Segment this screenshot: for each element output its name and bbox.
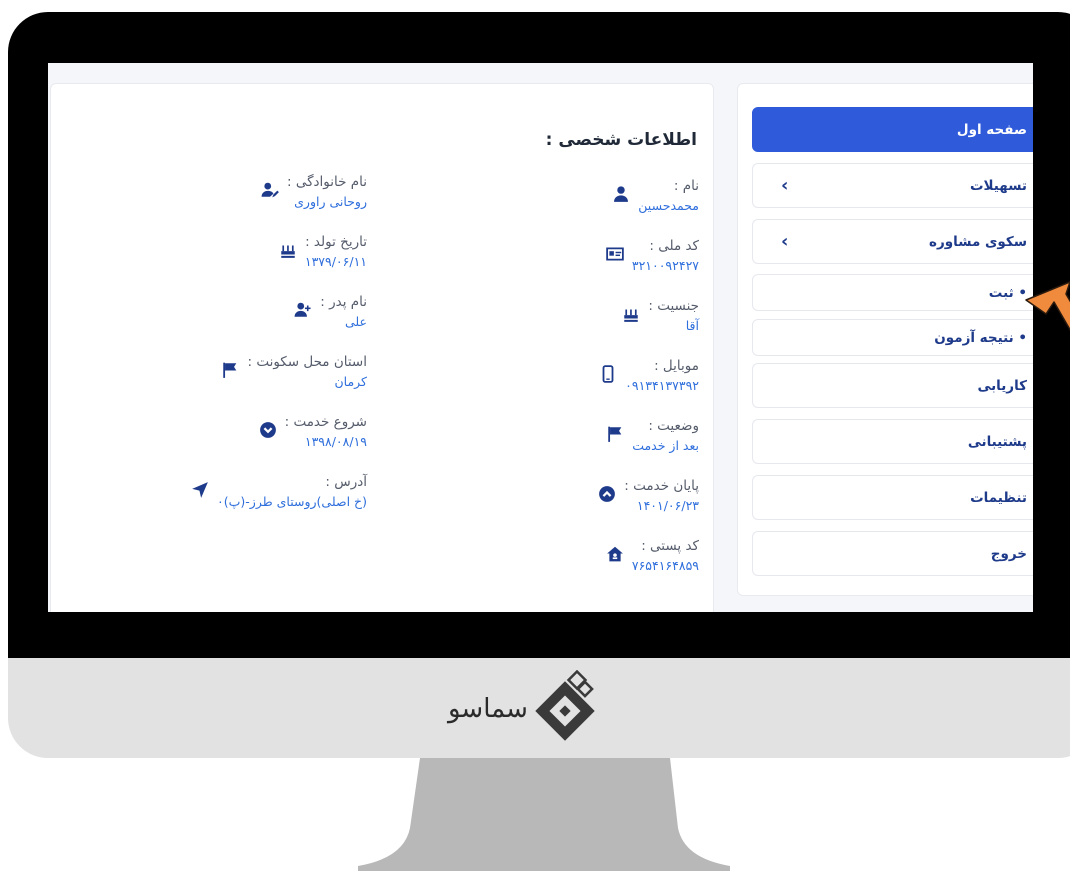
field-value: (خ اصلی)روستای طرز-(پ)۰ xyxy=(217,494,367,509)
field-label: جنسیت : xyxy=(648,298,699,314)
field-label: کد ملی : xyxy=(649,238,699,254)
field-label: کد پستی : xyxy=(641,538,699,554)
sidebar-item-label: کاریابی xyxy=(977,377,1027,394)
field-value: ۳۲۱۰۰۹۲۴۲۷ xyxy=(631,258,699,273)
sidebar-item-facilities[interactable]: ‹ تسهیلات xyxy=(752,163,1033,208)
field-value: محمدحسین xyxy=(638,198,699,213)
field-label: آدرس : xyxy=(325,474,367,490)
flag-icon xyxy=(606,425,624,443)
sidebar-item-support[interactable]: پشتیبانی xyxy=(752,419,1033,464)
user-icon xyxy=(612,185,630,203)
sidebar-item-label: • نتیجه آزمون xyxy=(934,329,1027,346)
brand-logo: سماسو xyxy=(448,670,608,748)
chevron-left-icon: ‹ xyxy=(781,230,789,252)
sidebar-item-label: تنظیمات xyxy=(970,489,1027,506)
sidebar-item-consulting[interactable]: ‹ سکوی مشاوره xyxy=(752,219,1033,264)
field-value: آقا xyxy=(685,318,699,333)
field-birth-date: تاریخ تولد : ۱۳۷۹/۰۶/۱۱ xyxy=(279,232,367,272)
sidebar-item-label: تسهیلات xyxy=(969,177,1027,194)
field-label: استان محل سکونت : xyxy=(247,354,367,370)
brand-diamond-icon xyxy=(535,670,595,741)
id-card-icon xyxy=(606,245,624,263)
card-title: اطلاعات شخصی : xyxy=(545,130,697,150)
location-arrow-icon xyxy=(191,481,209,499)
sidebar-item-jobs[interactable]: کاریابی xyxy=(752,363,1033,408)
sidebar-item-home[interactable]: صفحه اول xyxy=(752,107,1033,152)
house-icon xyxy=(606,545,624,563)
user-plus-icon xyxy=(294,301,312,319)
photo-frame: اطلاعات شخصی : نام : محمدحسین کد ملی : ۳… xyxy=(0,0,1070,871)
mobile-icon xyxy=(599,365,617,383)
field-value: ۰۹۱۳۴۱۳۷۳۹۲ xyxy=(625,378,699,393)
field-value: ۱۳۷۹/۰۶/۱۱ xyxy=(304,254,367,269)
sidebar-item-label: سکوی مشاوره xyxy=(929,233,1027,250)
sidebar-subitem-exam-result[interactable]: • نتیجه آزمون xyxy=(752,319,1033,356)
chevron-circle-up-icon xyxy=(598,485,616,503)
field-value: کرمان xyxy=(334,374,367,389)
field-label: پایان خدمت : xyxy=(624,478,699,494)
field-province: استان محل سکونت : کرمان xyxy=(221,352,367,392)
field-national-code: کد ملی : ۳۲۱۰۰۹۲۴۲۷ xyxy=(606,236,699,276)
user-pen-icon xyxy=(261,181,279,199)
field-label: شروع خدمت : xyxy=(284,414,367,430)
field-service-start: شروع خدمت : ۱۳۹۸/۰۸/۱۹ xyxy=(259,412,367,452)
field-value: علی xyxy=(344,314,367,329)
sidebar-item-label: صفحه اول xyxy=(956,121,1027,138)
field-label: تاریخ تولد : xyxy=(305,234,367,250)
flag-icon xyxy=(221,361,239,379)
sidebar-item-logout[interactable]: خروج xyxy=(752,531,1033,576)
pointer-arrow-icon xyxy=(1018,280,1070,360)
app-screen: اطلاعات شخصی : نام : محمدحسین کد ملی : ۳… xyxy=(48,63,1033,612)
field-value: روحانی راوری xyxy=(294,194,367,209)
sidebar-item-label: پشتیبانی xyxy=(967,433,1027,450)
sidebar-item-label: خروج xyxy=(990,545,1027,562)
field-value: ۷۶۵۴۱۶۴۸۵۹ xyxy=(631,558,699,573)
field-label: نام : xyxy=(673,178,699,194)
field-address: آدرس : (خ اصلی)روستای طرز-(پ)۰ xyxy=(191,472,367,512)
field-value: ۱۴۰۱/۰۶/۲۳ xyxy=(636,498,699,513)
chevron-circle-down-icon xyxy=(259,421,277,439)
field-label: وضعیت : xyxy=(648,418,699,434)
field-label: نام پدر : xyxy=(320,294,367,310)
field-value: ۱۳۹۸/۰۸/۱۹ xyxy=(304,434,367,449)
sidebar: صفحه اول ‹ تسهیلات ‹ سکوی مشاوره • ثبت •… xyxy=(737,83,1033,596)
cake-icon xyxy=(622,305,640,323)
field-service-end: پایان خدمت : ۱۴۰۱/۰۶/۲۳ xyxy=(598,476,699,516)
field-mobile: موبایل : ۰۹۱۳۴۱۳۷۳۹۲ xyxy=(599,356,699,396)
field-value: بعد از خدمت xyxy=(632,438,699,453)
sidebar-subitem-register[interactable]: • ثبت xyxy=(752,274,1033,311)
field-label: موبایل : xyxy=(654,358,699,374)
personal-info-card: اطلاعات شخصی : نام : محمدحسین کد ملی : ۳… xyxy=(50,83,714,612)
cake-icon xyxy=(279,241,297,259)
monitor-stand xyxy=(358,758,730,871)
chevron-left-icon: ‹ xyxy=(781,174,789,196)
field-status: وضعیت : بعد از خدمت xyxy=(606,416,699,456)
field-father-name: نام پدر : علی xyxy=(294,292,367,332)
field-gender: جنسیت : آقا xyxy=(622,296,699,336)
field-label: نام خانوادگی : xyxy=(287,174,367,190)
field-last-name: نام خانوادگی : روحانی راوری xyxy=(261,172,367,212)
field-postal-code: کد پستی : ۷۶۵۴۱۶۴۸۵۹ xyxy=(606,536,699,576)
brand-logo-text: سماسو xyxy=(448,694,529,724)
field-first-name: نام : محمدحسین xyxy=(612,176,699,216)
sidebar-item-settings[interactable]: تنظیمات xyxy=(752,475,1033,520)
